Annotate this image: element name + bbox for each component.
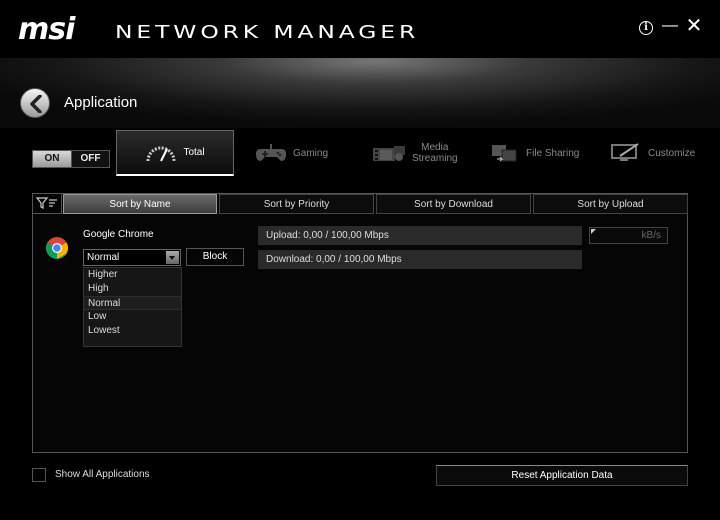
film-icon xyxy=(373,146,405,161)
file-share-icon xyxy=(492,145,517,162)
chevron-down-icon[interactable] xyxy=(166,251,179,264)
rate-input[interactable]: kB/s xyxy=(589,227,668,244)
priority-option-low[interactable]: Low xyxy=(84,310,181,324)
application-panel: Sort by Name Sort by Priority Sort by Do… xyxy=(32,193,688,453)
tab-media-label-line2: Streaming xyxy=(412,153,458,164)
filter-icon xyxy=(35,197,57,209)
back-button[interactable] xyxy=(20,88,50,118)
app-name-label: Google Chrome xyxy=(83,229,154,240)
msi-logo: msi xyxy=(18,12,75,47)
tab-media-label: Media Streaming xyxy=(412,142,458,164)
page-title: Application xyxy=(64,94,138,111)
gamepad-icon xyxy=(256,144,286,161)
tab-media-streaming[interactable]: Media Streaming xyxy=(372,130,458,176)
speedometer-icon xyxy=(146,146,176,161)
chrome-icon xyxy=(46,237,68,259)
tab-gaming-label: Gaming xyxy=(293,147,329,159)
tab-file-sharing[interactable]: File Sharing xyxy=(490,130,579,176)
page-header: Application xyxy=(0,58,720,128)
filter-button[interactable] xyxy=(33,194,62,214)
priority-select[interactable]: Normal xyxy=(83,249,181,266)
priority-option-high[interactable]: High xyxy=(84,282,181,296)
toggle-off[interactable]: OFF xyxy=(71,151,109,167)
chevron-left-icon xyxy=(30,95,42,113)
reset-application-data-button[interactable]: Reset Application Data xyxy=(436,465,688,486)
tab-total-label: Total xyxy=(183,147,205,158)
download-bar: Download: 0,00 / 100,00 Mbps xyxy=(258,250,582,269)
sort-by-priority-tab[interactable]: Sort by Priority xyxy=(219,194,374,214)
tab-file-sharing-label: File Sharing xyxy=(526,147,580,159)
sort-by-download-tab[interactable]: Sort by Download xyxy=(376,194,531,214)
minimize-button[interactable]: — xyxy=(660,16,680,36)
tab-media-label-line1: Media xyxy=(421,142,449,153)
info-button[interactable]: i xyxy=(636,16,656,36)
app-name: NETWORK MANAGER xyxy=(115,22,420,43)
tab-customize[interactable]: Customize xyxy=(610,130,695,176)
tab-gaming[interactable]: Gaming xyxy=(255,130,328,176)
show-all-label: Show All Applications xyxy=(55,469,150,480)
tab-total[interactable]: Total xyxy=(116,130,234,176)
upload-bar: Upload: 0,00 / 100,00 Mbps xyxy=(258,226,582,245)
toggle-on[interactable]: ON xyxy=(33,151,71,167)
sort-by-name-tab[interactable]: Sort by Name xyxy=(63,194,217,214)
priority-dropdown: Higher High Normal Low Lowest xyxy=(83,267,182,347)
on-off-toggle[interactable]: ON OFF xyxy=(32,150,110,168)
priority-option-normal[interactable]: Normal xyxy=(84,296,181,310)
monitor-edit-icon xyxy=(611,143,639,161)
priority-value: Normal xyxy=(87,252,120,263)
priority-option-lowest[interactable]: Lowest xyxy=(84,324,181,338)
show-all-checkbox[interactable] xyxy=(32,468,46,482)
sort-by-upload-tab[interactable]: Sort by Upload xyxy=(533,194,688,214)
info-icon: i xyxy=(639,21,653,35)
close-button[interactable]: ✕ xyxy=(684,16,704,36)
block-button[interactable]: Block xyxy=(186,248,244,266)
priority-option-higher[interactable]: Higher xyxy=(84,268,181,282)
title-bar: msi NETWORK MANAGER i — ✕ xyxy=(0,0,720,58)
tab-customize-label: Customize xyxy=(648,147,696,159)
